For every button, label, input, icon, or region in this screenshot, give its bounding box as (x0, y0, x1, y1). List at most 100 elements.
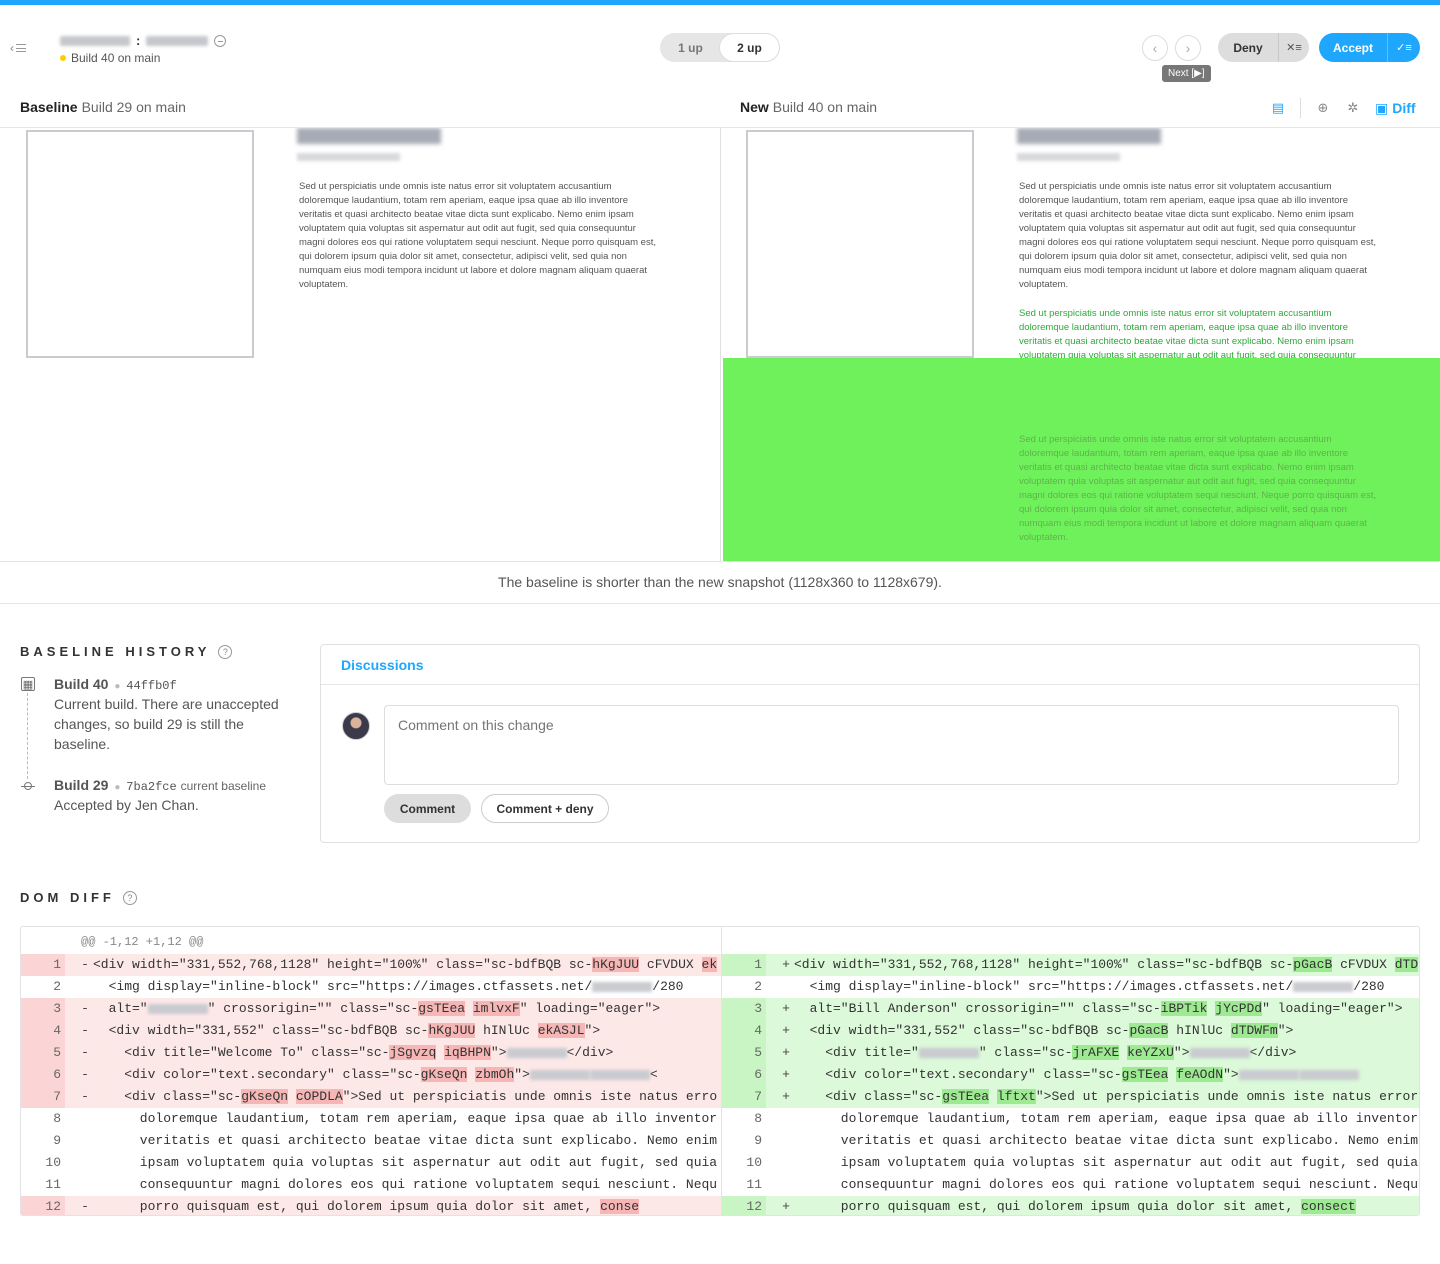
code-text: doloremque laudantium, totam rem aperiam… (93, 1108, 717, 1130)
diff-line: 6 + <div color="text.secondary" class="sc… (722, 1064, 1419, 1086)
commit-icon (21, 779, 35, 793)
diff-sign: - (81, 957, 89, 972)
diff-sign (77, 1130, 93, 1152)
view-mode-toggle: 1 up 2 up (660, 33, 780, 62)
diff-line: 9 veritatis et quasi architecto beatae v… (21, 1130, 721, 1152)
new-snapshot[interactable]: Sed ut perspiciatis unde omnis iste natu… (721, 128, 1440, 561)
accept-all-icon[interactable]: ✓≡ (1387, 33, 1420, 62)
strobe-icon[interactable]: ✲ (1345, 100, 1361, 116)
code-fragment: ">Sed ut perspiciatis unde omnis iste na… (342, 1089, 718, 1104)
code-text: <div width="331,552" class="sc-bdfBQB sc… (93, 1020, 600, 1042)
history-description: Current build. There are unaccepted chan… (54, 696, 279, 752)
comment-deny-button[interactable]: Comment + deny (481, 794, 609, 823)
changed-token: ekASJL (537, 1023, 585, 1038)
deny-all-icon[interactable]: ✕≡ (1278, 33, 1309, 62)
code-fragment: cFVDUX (1332, 957, 1395, 972)
redacted-component-name (60, 35, 130, 46)
changed-token: pGacB (1293, 957, 1333, 972)
code-fragment: doloremque laudantium, totam rem aperiam… (93, 1111, 718, 1126)
status-dot-icon (60, 55, 66, 61)
size-notice: The baseline is shorter than the new sna… (498, 574, 942, 590)
separator-dot: ● (114, 681, 121, 692)
redacted-text (918, 1047, 979, 1058)
discussions-panel: Discussions Comment Comment + deny (320, 644, 1420, 843)
help-icon[interactable]: ? (218, 644, 233, 659)
history-connector (27, 693, 28, 779)
line-number: 7 (722, 1086, 766, 1108)
next-snapshot-button[interactable]: › (1175, 35, 1201, 61)
code-fragment: <div width="331,552" class="sc-bdfBQB sc… (93, 1023, 429, 1038)
toolbar-divider (1300, 98, 1301, 118)
deny-button[interactable]: Deny ✕≡ (1218, 33, 1309, 62)
line-number: 6 (21, 1064, 65, 1086)
code-fragment: "> (490, 1045, 507, 1060)
comments-icon[interactable]: ▤ (1270, 100, 1286, 116)
comment-button[interactable]: Comment (384, 794, 471, 823)
diff-line: 11 consequuntur magni dolores eos qui ra… (21, 1174, 721, 1196)
story-title: : (60, 33, 227, 48)
line-number: 6 (722, 1064, 766, 1086)
crosshair-icon[interactable]: ⊕ (1315, 100, 1331, 116)
diff-line: 3 + alt="Bill Anderson" crossorigin="" cl… (722, 998, 1419, 1020)
mode-1up-button[interactable]: 1 up (661, 34, 720, 61)
diff-toggle-button[interactable]: ▣ Diff (1375, 100, 1416, 117)
diff-icon: ▣ (1375, 99, 1389, 116)
help-icon[interactable]: ? (122, 890, 137, 905)
code-text: <div color="text.secondary" class="sc-gs… (794, 1064, 1359, 1086)
code-text: consequuntur magni dolores eos qui ratio… (93, 1174, 717, 1196)
diff-line: 8 doloremque laudantium, totam rem aperi… (21, 1108, 721, 1130)
code-text: veritatis et quasi architecto beatae vit… (93, 1130, 717, 1152)
changed-token: jSgvzq (389, 1045, 437, 1060)
diff-after-column: 1 + <div width="331,552,768,1128" height="… (721, 927, 1419, 1215)
code-fragment: <div width="331,552,768,1128" height="10… (794, 957, 1294, 972)
hunk-header (722, 927, 1419, 954)
changed-token: feAOdN (1176, 1067, 1224, 1082)
new-header: New Build 40 on main (740, 99, 877, 115)
discussions-tab[interactable]: Discussions (321, 645, 1419, 685)
code-fragment: porro quisquam est, qui dolorem ipsum qu… (794, 1199, 1302, 1214)
baseline-history-title: BASELINE HISTORY ? (20, 644, 233, 659)
diff-line: 10 ipsam voluptatem quia voluptas sit as… (21, 1152, 721, 1174)
code-fragment: /280 (652, 979, 684, 994)
line-number: 3 (722, 998, 766, 1020)
diff-sign (778, 1130, 794, 1152)
redacted-story-name (146, 35, 209, 46)
changed-token: pGacB (1129, 1023, 1169, 1038)
diff-before-column: @@ -1,12 +1,12 @@ 1- <div width="331,552,… (21, 927, 721, 1215)
next-tooltip: Next [▶] (1162, 65, 1211, 82)
baseline-snapshot[interactable]: Sed ut perspiciatis unde omnis iste natu… (0, 128, 720, 561)
line-number: 8 (53, 1111, 61, 1126)
chevron-left-icon: ‹ (1152, 40, 1158, 56)
changed-token: gsTEea (1121, 1067, 1169, 1082)
history-item-build-40[interactable]: Build 40 ● 44ffb0f (54, 676, 177, 693)
changed-token: cOPDLA (295, 1089, 343, 1104)
diff-line: 10 ipsam voluptatem quia voluptas sit as… (722, 1152, 1419, 1174)
code-text: <div class="sc-gsTEea lftxt">Sed ut pers… (794, 1086, 1418, 1108)
redacted-subheading (1017, 153, 1120, 161)
comment-input[interactable] (384, 705, 1399, 785)
diff-sign: - (81, 1199, 89, 1214)
mode-2up-button[interactable]: 2 up (720, 34, 779, 61)
line-number: 10 (746, 1155, 762, 1170)
code-text: <div width="331,552,768,1128" height="10… (794, 954, 1419, 976)
avatar (342, 712, 370, 740)
accept-button[interactable]: Accept ✓≡ (1319, 33, 1420, 62)
code-fragment: cFVDUX (639, 957, 702, 972)
back-to-list-button[interactable]: ‹ (10, 41, 26, 55)
open-story-icon[interactable] (214, 34, 227, 47)
line-number: 1 (21, 954, 65, 976)
accept-label: Accept (1332, 40, 1373, 55)
changed-token: gsTEea (942, 1089, 990, 1104)
previous-snapshot-button[interactable]: ‹ (1142, 35, 1168, 61)
line-number: 2 (754, 979, 762, 994)
commit-hash: 7ba2fce (126, 780, 177, 794)
build-name: Build 40 (54, 676, 109, 692)
code-fragment: "> (514, 1067, 530, 1082)
history-item-build-29[interactable]: Build 29 ● 7ba2fce current baseline (54, 777, 266, 794)
line-number: 12 (722, 1196, 766, 1215)
dom-diff-label: DOM DIFF (20, 890, 115, 905)
code-fragment: "> (1173, 1045, 1190, 1060)
code-fragment: veritatis et quasi architecto beatae vit… (93, 1133, 718, 1148)
redacted-heading (1017, 128, 1161, 144)
redacted-text (592, 981, 653, 992)
